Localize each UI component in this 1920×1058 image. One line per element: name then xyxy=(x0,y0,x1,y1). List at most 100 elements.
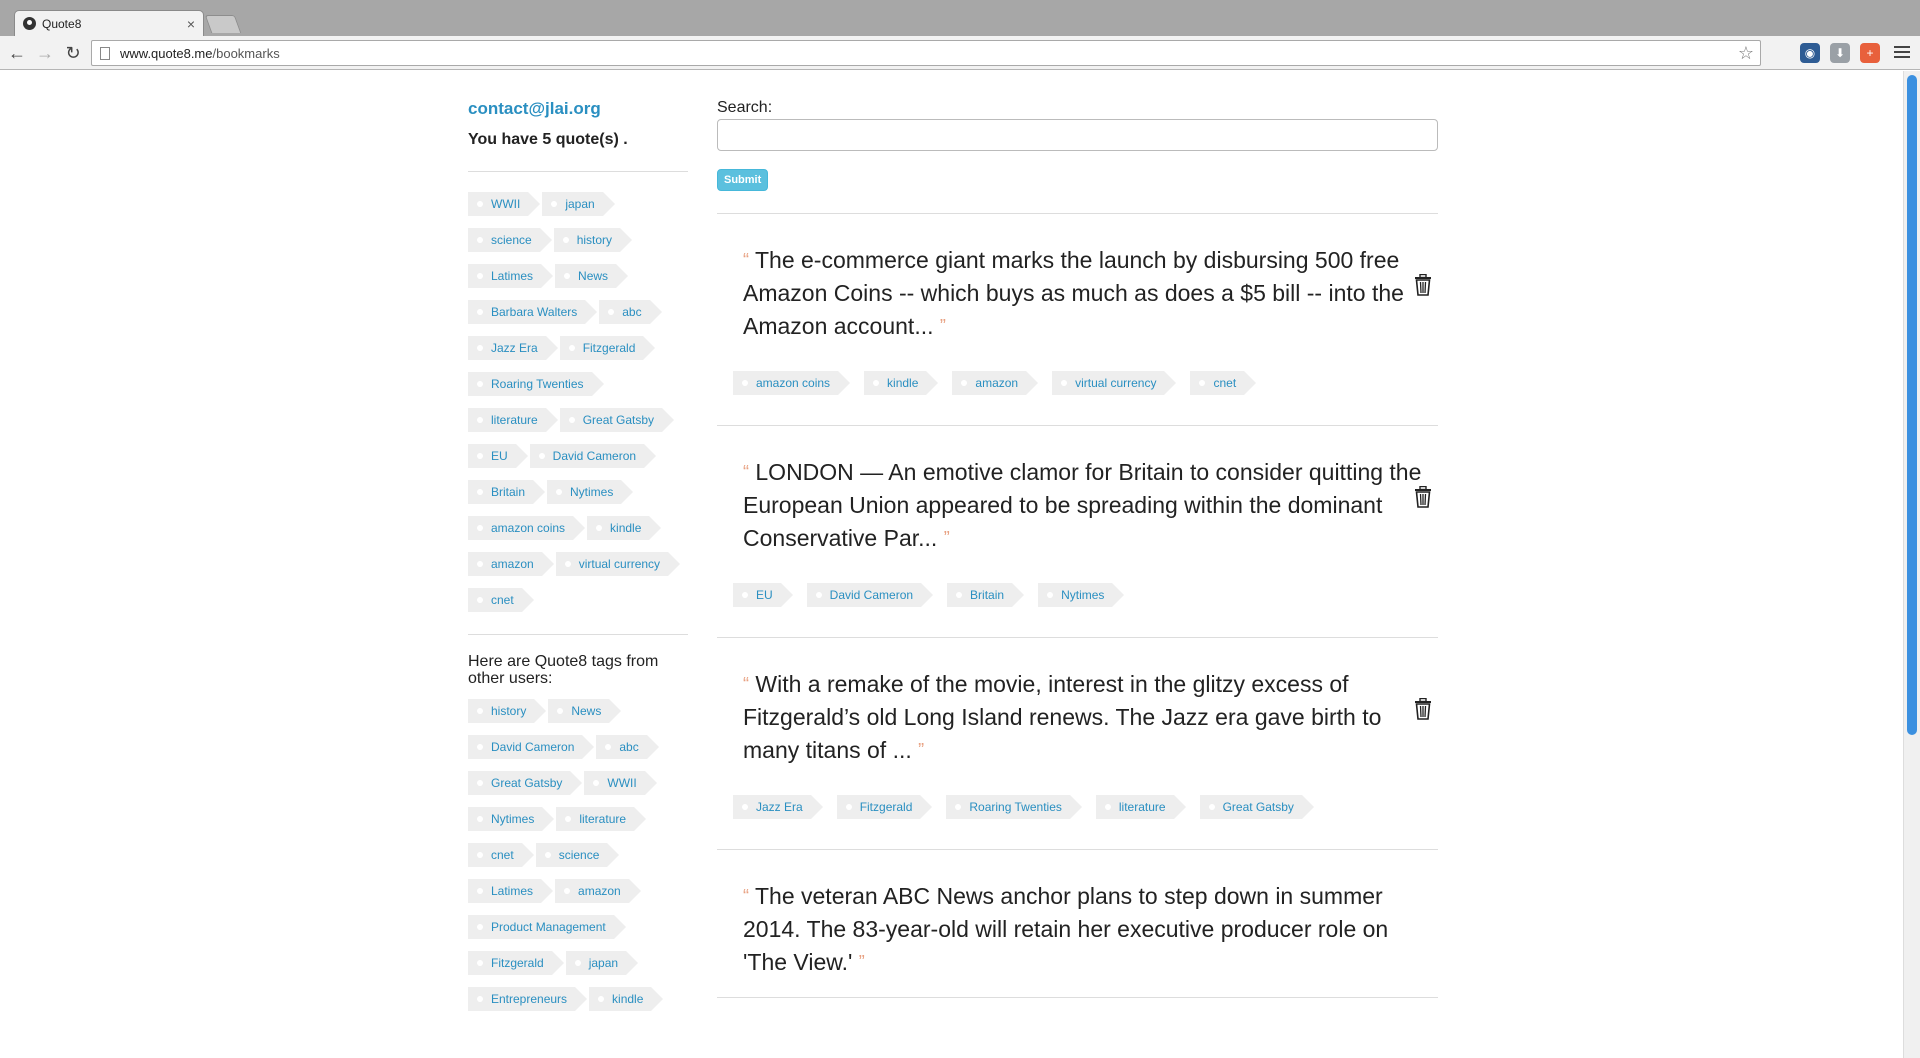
tag-link[interactable]: Roaring Twenties xyxy=(946,795,1082,819)
quote-card: “ The e-commerce giant marks the launch … xyxy=(717,214,1438,426)
page-content: contact@jlai.org You have 5 quote(s) . W… xyxy=(0,71,1903,1058)
tag-link[interactable]: David Cameron xyxy=(806,583,934,607)
tag-link[interactable]: kindle xyxy=(587,516,662,540)
tag-link[interactable]: literature xyxy=(468,408,558,432)
tag-link[interactable]: Britain xyxy=(468,480,546,504)
record-extension-icon[interactable]: ◉ xyxy=(1800,43,1820,63)
tag-link[interactable]: David Cameron xyxy=(468,735,595,759)
tag-link[interactable]: virtual currency xyxy=(555,552,681,576)
quote-body: LONDON — An emotive clamor for Britain t… xyxy=(743,459,1422,551)
tag-link[interactable]: Jazz Era xyxy=(733,795,823,819)
tag-link[interactable]: David Cameron xyxy=(529,444,657,468)
quote-body: The veteran ABC News anchor plans to ste… xyxy=(743,883,1389,975)
tag-link[interactable]: Great Gatsby xyxy=(1199,795,1315,819)
tag-link[interactable]: literature xyxy=(1095,795,1186,819)
quote-body: With a remake of the movie, interest in … xyxy=(743,671,1382,763)
tag-link[interactable]: virtual currency xyxy=(1052,371,1177,395)
open-quote-mark: “ xyxy=(743,886,749,906)
url-host: www.quote8.me xyxy=(120,45,213,61)
quote-text: “ The e-commerce giant marks the launch … xyxy=(733,244,1422,343)
tag-link[interactable]: cnet xyxy=(1190,371,1256,395)
scrollbar-thumb[interactable] xyxy=(1907,75,1917,735)
tag-link[interactable]: Barbara Walters xyxy=(468,300,598,324)
bookmark-star-icon[interactable]: ☆ xyxy=(1738,43,1754,64)
tag-link[interactable]: abc xyxy=(596,735,660,759)
tag-link[interactable]: Roaring Twenties xyxy=(468,372,603,396)
tab-close-icon[interactable]: × xyxy=(187,16,195,32)
tag-link[interactable]: abc xyxy=(599,300,663,324)
tag-link[interactable]: kindle xyxy=(864,371,939,395)
tag-link[interactable]: amazon coins xyxy=(733,371,851,395)
quote-count: You have 5 quote(s) . xyxy=(468,131,628,148)
tag-link[interactable]: japan xyxy=(542,192,616,216)
tag-link[interactable]: literature xyxy=(556,807,646,831)
tag-link[interactable]: amazon xyxy=(468,552,554,576)
back-arrow-icon[interactable]: ← xyxy=(6,42,28,64)
plus-extension-icon[interactable]: + xyxy=(1860,43,1880,63)
main-content: Search: Submit “ The e-commerce giant ma… xyxy=(717,99,1438,998)
tag-link[interactable]: EU xyxy=(468,444,528,468)
page-icon xyxy=(100,46,110,60)
tag-link[interactable]: Fitzgerald xyxy=(559,336,656,360)
tag-link[interactable]: Jazz Era xyxy=(468,336,558,360)
delete-quote-trash-icon[interactable] xyxy=(1414,697,1432,720)
tag-link[interactable]: News xyxy=(555,264,629,288)
tag-link[interactable]: WWII xyxy=(468,192,541,216)
quote-text: “ With a remake of the movie, interest i… xyxy=(733,668,1422,767)
tag-link[interactable]: amazon xyxy=(555,879,641,903)
sidebar-divider xyxy=(468,171,688,172)
tag-link[interactable]: kindle xyxy=(589,987,664,1011)
forward-arrow-icon[interactable]: → xyxy=(34,42,56,64)
tag-link[interactable]: cnet xyxy=(468,588,534,612)
tab-quote8[interactable]: Quote8 × xyxy=(14,10,204,36)
tag-link[interactable]: cnet xyxy=(468,843,534,867)
delete-quote-trash-icon[interactable] xyxy=(1414,485,1432,508)
tag-link[interactable]: News xyxy=(548,699,622,723)
tag-link[interactable]: Fitzgerald xyxy=(468,951,564,975)
submit-button[interactable]: Submit xyxy=(717,169,769,191)
tag-link[interactable]: amazon coins xyxy=(468,516,586,540)
other-users-tags-heading: Here are Quote8 tags from other users: xyxy=(468,653,659,687)
quote-tags: Jazz Era Fitzgerald Roaring Twenties litera… xyxy=(733,795,1383,831)
quote-tags: EU David Cameron Britain Nytimes xyxy=(733,583,1383,619)
tag-link[interactable]: japan xyxy=(565,951,639,975)
quote-card: “ With a remake of the movie, interest i… xyxy=(717,638,1438,850)
tag-link[interactable]: Nytimes xyxy=(1038,583,1125,607)
browser-toolbar: ← → ↻ www.quote8.me/bookmarks ☆ ◉ ⬇ + xyxy=(0,36,1920,70)
tag-link[interactable]: history xyxy=(468,699,547,723)
close-quote-mark: ” xyxy=(918,740,925,760)
tag-link[interactable]: WWII xyxy=(584,771,658,795)
tag-link[interactable]: Britain xyxy=(947,583,1025,607)
delete-quote-trash-icon[interactable] xyxy=(1414,273,1432,296)
tag-link[interactable]: Latimes xyxy=(468,879,554,903)
my-tags-cloud: WWII japan science history Latimes News Barbar… xyxy=(468,192,688,624)
tag-link[interactable]: Latimes xyxy=(468,264,554,288)
tag-link[interactable]: amazon xyxy=(952,371,1038,395)
tag-link[interactable]: history xyxy=(553,228,633,252)
tag-link[interactable]: Great Gatsby xyxy=(468,771,583,795)
quote-text: “ LONDON — An emotive clamor for Britain… xyxy=(733,456,1422,555)
open-quote-mark: “ xyxy=(743,674,749,694)
tag-link[interactable]: EU xyxy=(733,583,793,607)
chrome-menu-icon[interactable] xyxy=(1894,43,1910,63)
tag-link[interactable]: science xyxy=(535,843,620,867)
tag-link[interactable]: Entrepreneurs xyxy=(468,987,588,1011)
tag-link[interactable]: Nytimes xyxy=(547,480,634,504)
quote-card: “ LONDON — An emotive clamor for Britain… xyxy=(717,426,1438,638)
open-quote-mark: “ xyxy=(743,250,749,270)
download-extension-icon[interactable]: ⬇ xyxy=(1830,43,1850,63)
quote-list: “ The e-commerce giant marks the launch … xyxy=(717,214,1438,998)
tag-link[interactable]: science xyxy=(468,228,552,252)
tag-link[interactable]: Product Management xyxy=(468,915,626,939)
search-input[interactable] xyxy=(717,119,1438,151)
browser-chrome: Quote8 × ← → ↻ www.quote8.me/bookmarks ☆… xyxy=(0,0,1920,70)
tag-link[interactable]: Fitzgerald xyxy=(836,795,933,819)
account-email-link[interactable]: contact@jlai.org xyxy=(468,99,688,119)
url-path: /bookmarks xyxy=(212,45,280,61)
page-scrollbar[interactable] xyxy=(1903,71,1920,1058)
tag-link[interactable]: Nytimes xyxy=(468,807,555,831)
address-bar[interactable]: www.quote8.me/bookmarks ☆ xyxy=(91,40,1761,66)
reload-icon[interactable]: ↻ xyxy=(62,42,84,64)
new-tab-button[interactable] xyxy=(204,15,242,33)
tag-link[interactable]: Great Gatsby xyxy=(559,408,675,432)
